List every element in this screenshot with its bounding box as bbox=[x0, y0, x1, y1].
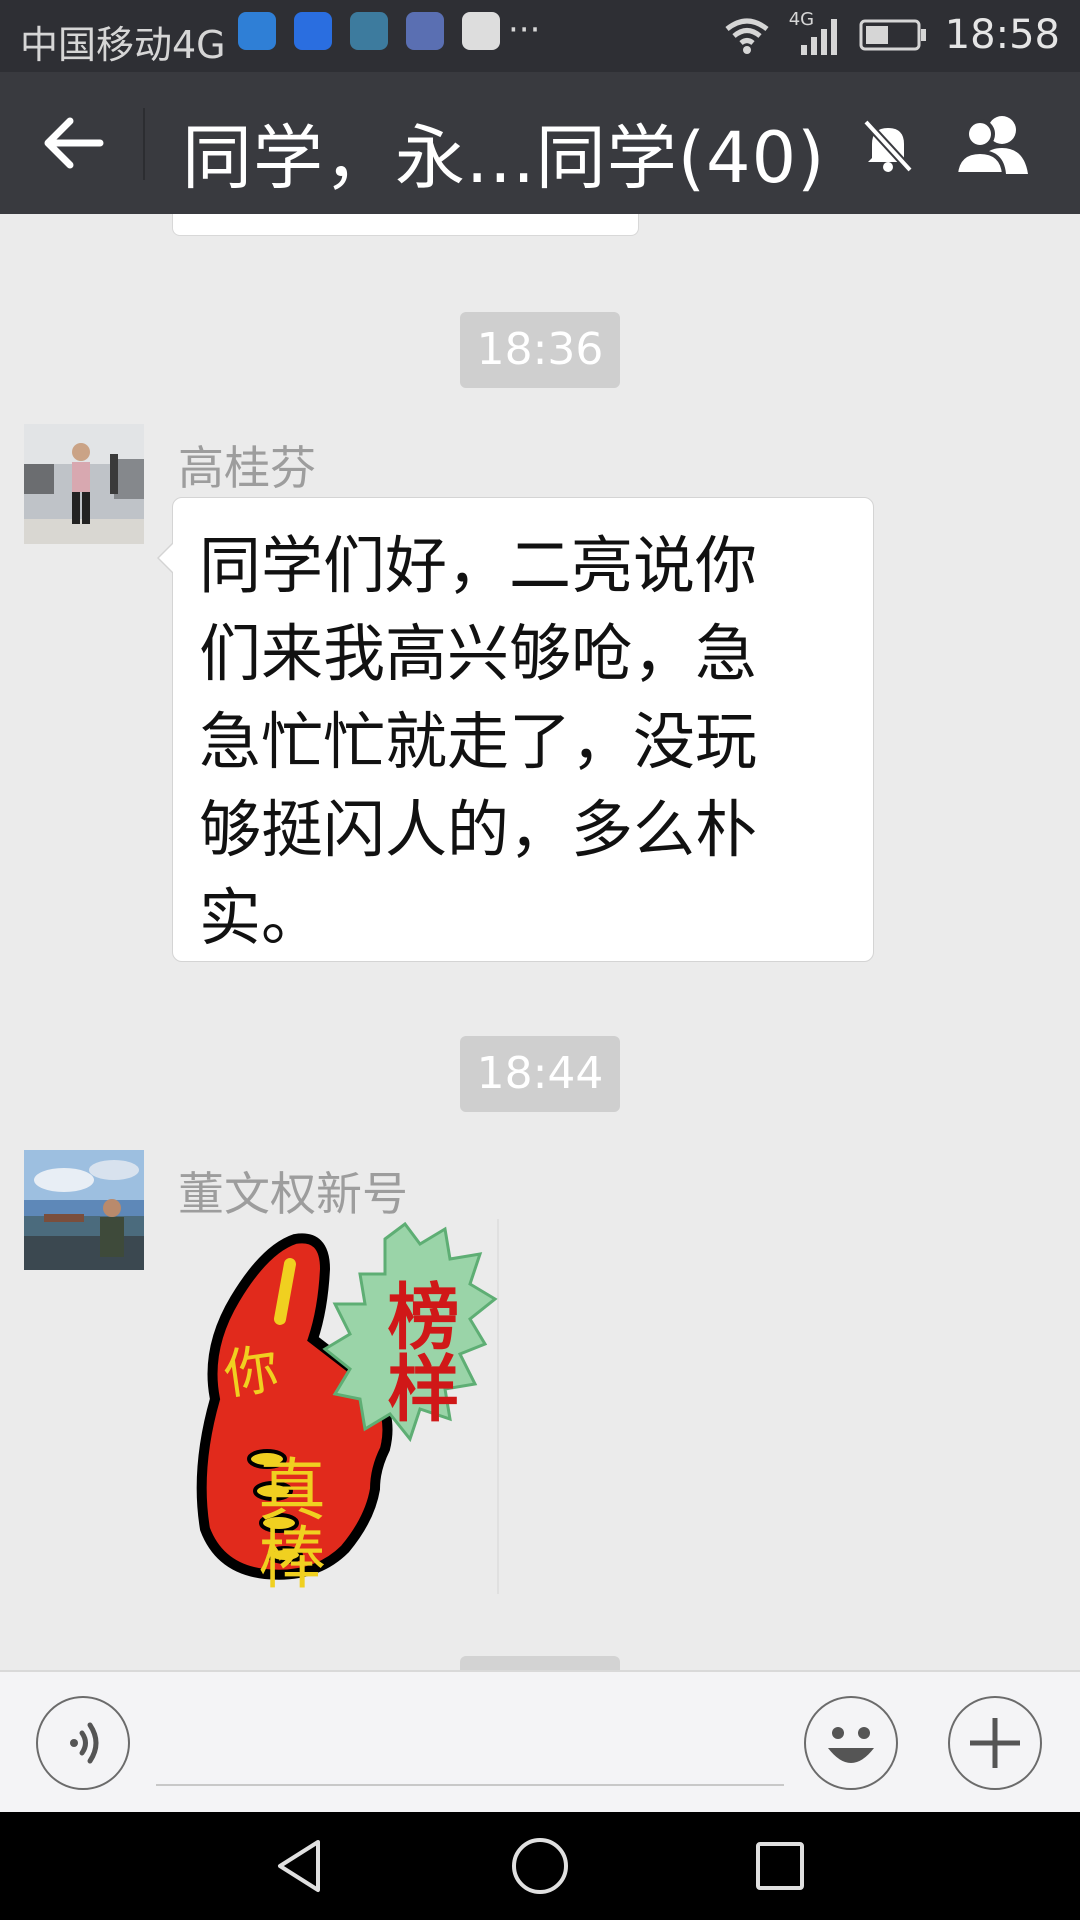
group-members-icon[interactable] bbox=[950, 112, 1040, 176]
sender-name: 董文权新号 bbox=[178, 1167, 408, 1221]
bubble-tail bbox=[159, 544, 173, 572]
message-line: 同学们好，二亮说你 bbox=[199, 529, 758, 602]
clock: 18:58 bbox=[944, 12, 1060, 58]
mute-icon[interactable] bbox=[858, 116, 918, 176]
input-bar bbox=[0, 1670, 1080, 1814]
sender-name: 高桂芬 bbox=[178, 441, 316, 495]
status-bar: 中国移动4G ··· 4G 18:58 bbox=[0, 0, 1080, 72]
avatar-photo bbox=[24, 424, 144, 544]
app-notification-icon bbox=[350, 12, 388, 50]
message-input[interactable] bbox=[156, 1712, 784, 1786]
more-button[interactable] bbox=[948, 1696, 1042, 1790]
browser-app-icon bbox=[238, 12, 276, 50]
triangle-back-icon[interactable] bbox=[268, 1834, 332, 1898]
sender-avatar[interactable] bbox=[24, 424, 144, 544]
sticker-text-bottom: 真棒 bbox=[246, 1454, 325, 1590]
smiley-icon bbox=[828, 1727, 874, 1763]
back-arrow-icon[interactable] bbox=[38, 112, 108, 174]
more-notifications-indicator: ··· bbox=[508, 10, 541, 50]
voice-icon bbox=[70, 1722, 99, 1764]
timestamp-pill: 18:36 bbox=[460, 312, 620, 388]
system-nav-bar bbox=[0, 1812, 1080, 1920]
message-bubble[interactable]: 同学们好，二亮说你 们来我高兴够呛，急 急忙忙就走了，没玩 够挺闪人的，多么朴 … bbox=[157, 497, 874, 962]
sticker-text-left: 你 bbox=[220, 1337, 282, 1407]
plus-icon bbox=[970, 1718, 1020, 1768]
carrier-label: 中国移动4G bbox=[20, 23, 226, 67]
avatar-photo bbox=[24, 1150, 144, 1270]
previous-message-bubble[interactable] bbox=[172, 214, 639, 236]
health-app-icon bbox=[406, 12, 444, 50]
timestamp-pill-partial bbox=[460, 1656, 620, 1670]
baidu-app-icon bbox=[294, 12, 332, 50]
thumbs-up-sticker[interactable]: 你 真棒 榜样 bbox=[195, 1219, 500, 1599]
battery-icon bbox=[859, 19, 926, 51]
message-line: 们来我高兴够呛，急 bbox=[199, 617, 758, 690]
wifi-icon bbox=[725, 18, 769, 54]
sender-avatar[interactable] bbox=[24, 1150, 144, 1270]
emoji-button[interactable] bbox=[804, 1696, 898, 1790]
message-list[interactable]: 18:36 高桂芬 同学们好，二亮说你 们来我高兴够呛，急 急忙忙就走了，没玩 … bbox=[0, 214, 1080, 1670]
status-indicators: 4G 18:58 bbox=[723, 9, 1060, 58]
message-line: 够挺闪人的，多么朴 bbox=[199, 793, 758, 866]
qq-penguin-icon bbox=[462, 12, 500, 50]
signal-bars-icon bbox=[800, 19, 837, 55]
signal-indicator: 4G bbox=[789, 9, 841, 55]
timestamp-pill: 18:44 bbox=[460, 1036, 620, 1112]
voice-button[interactable] bbox=[36, 1696, 130, 1790]
message-line: 实。 bbox=[199, 881, 324, 954]
notification-icons bbox=[238, 12, 500, 50]
square-recents-icon[interactable] bbox=[748, 1834, 812, 1898]
chat-header: 同学，永...同学(40) bbox=[0, 72, 1080, 214]
header-divider bbox=[143, 108, 145, 180]
chat-title: 同学，永...同学(40) bbox=[182, 117, 826, 199]
message-line: 急忙忙就走了，没玩 bbox=[199, 705, 758, 778]
sticker-badge-text: 榜样 bbox=[375, 1279, 459, 1423]
circle-home-icon[interactable] bbox=[508, 1834, 572, 1898]
